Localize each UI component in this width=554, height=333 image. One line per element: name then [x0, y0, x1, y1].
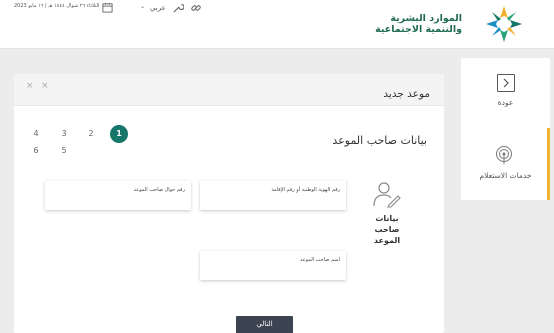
step-3[interactable]: 3: [55, 125, 73, 143]
sidebar-active-indicator: [547, 128, 550, 200]
id-number-label: رقم الهوية الوطنية أو رقم الإقامة: [271, 187, 340, 193]
tools-icon[interactable]: [172, 2, 184, 14]
step-2[interactable]: 2: [82, 125, 100, 143]
step-5[interactable]: 5: [55, 142, 73, 160]
ministry-name-line1: الموارد البشرية: [390, 13, 462, 24]
user-edit-icon: [373, 182, 401, 208]
form-header-bar: [14, 74, 444, 106]
next-button[interactable]: التالي: [236, 316, 293, 333]
step-4[interactable]: 4: [27, 125, 45, 143]
sidebar-item-inquiry[interactable]: خدمات الاستعلام: [461, 171, 550, 180]
id-number-field[interactable]: رقم الهوية الوطنية أو رقم الإقامة: [200, 181, 346, 210]
close-icon[interactable]: ×: [26, 81, 34, 91]
chevron-down-icon[interactable]: ⌄: [140, 3, 145, 10]
section-title: بيانات صاحب الموعد: [332, 134, 427, 147]
page-title: موعد جديد: [383, 88, 430, 100]
back-label[interactable]: عودة: [461, 98, 550, 107]
ministry-name-line2: والتنمية الاجتماعية: [375, 24, 462, 35]
mobile-label: رقم جوال صاحب الموعد: [133, 187, 185, 193]
header-date: الثلاثاء ٢٦ شوال ١٤٤٤ هـ | ١٦ مايو 2023: [14, 3, 100, 9]
name-label: اسم صاحب الموعد: [300, 257, 340, 263]
mobile-field[interactable]: رقم جوال صاحب الموعد: [45, 181, 191, 210]
owner-data-label: بيانات صاحب الموعد: [373, 214, 401, 245]
calendar-icon: [102, 2, 113, 13]
language-selector[interactable]: عربي: [150, 4, 166, 12]
step-1[interactable]: 1: [110, 125, 128, 143]
inquiry-services-icon[interactable]: [494, 145, 514, 165]
name-field[interactable]: اسم صاحب الموعد: [200, 251, 346, 280]
link-icon[interactable]: [190, 2, 202, 14]
step-6[interactable]: 6: [27, 142, 45, 160]
ministry-logo-icon: [486, 6, 522, 42]
dismiss-icon[interactable]: ×: [41, 81, 49, 91]
back-button[interactable]: [497, 74, 515, 92]
chevron-right-icon: [503, 78, 509, 88]
